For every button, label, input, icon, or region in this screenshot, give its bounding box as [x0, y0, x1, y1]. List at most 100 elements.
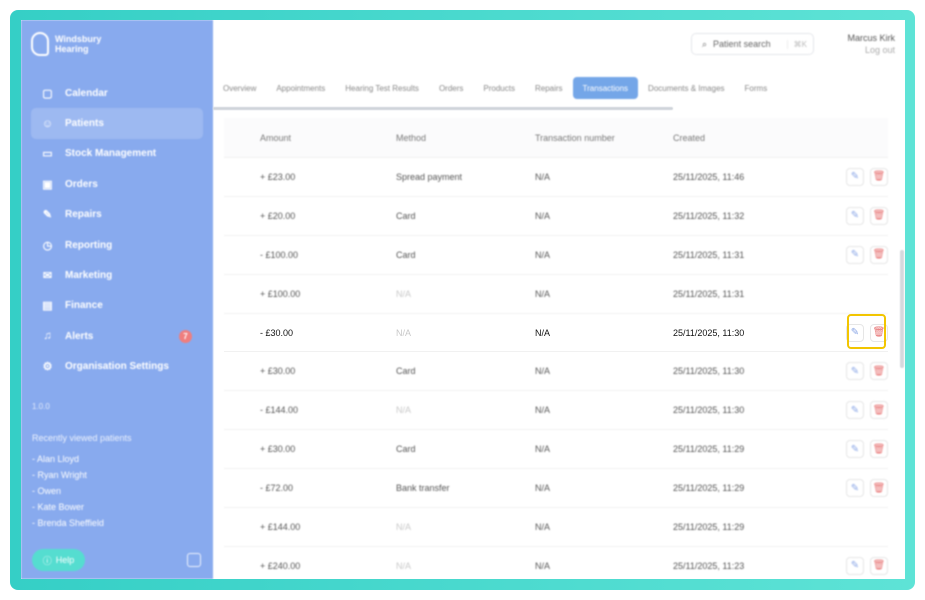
- method-cell: Card: [396, 249, 416, 260]
- amount-cell: - £72.00: [260, 483, 294, 494]
- edit-pencil-icon[interactable]: ✎: [846, 206, 864, 225]
- tab-overview[interactable]: Overview: [213, 77, 266, 99]
- amount-cell: + £30.00: [260, 444, 296, 455]
- created-cell: 25/11/2025, 11:23: [673, 560, 745, 571]
- help-button[interactable]: ⓘ Help: [32, 549, 85, 571]
- tabs-scrollbar[interactable]: [213, 107, 673, 110]
- edit-pencil-icon[interactable]: ✎: [846, 479, 864, 498]
- clock-icon: ◷: [42, 239, 53, 252]
- table-row[interactable]: + £30.00 Card N/A 25/11/2025, 11:30 ✎ 🗑: [224, 352, 888, 392]
- created-cell: 25/11/2025, 11:30: [673, 327, 745, 338]
- table-row[interactable]: + £100.00 N/A N/A 25/11/2025, 11:31: [224, 275, 888, 314]
- tab-documents-and-images[interactable]: Documents & Images: [638, 77, 734, 99]
- table-row[interactable]: + £144.00 N/A N/A 25/11/2025, 11:29: [224, 508, 888, 547]
- delete-trash-icon[interactable]: 🗑: [870, 401, 888, 420]
- sidebar-item-label: Patients: [65, 118, 104, 130]
- method-cell: Card: [396, 366, 416, 377]
- transaction-number-cell: N/A: [535, 483, 551, 494]
- tab-orders[interactable]: Orders: [429, 77, 473, 99]
- row-actions: ✎ 🗑: [828, 556, 888, 575]
- created-cell: 25/11/2025, 11:29: [673, 521, 745, 532]
- delete-trash-icon[interactable]: 🗑: [870, 206, 888, 225]
- sidebar-item-organisation-settings[interactable]: ⚙ Organisation Settings: [31, 352, 203, 382]
- tab-products[interactable]: Products: [473, 77, 525, 99]
- edit-pencil-icon[interactable]: ✎: [846, 440, 864, 459]
- delete-trash-icon[interactable]: 🗑: [870, 245, 888, 264]
- recent-patient-link[interactable]: - Alan Lloyd: [32, 451, 104, 467]
- gear-icon: ⚙: [42, 361, 53, 374]
- tab-transactions[interactable]: Transactions: [572, 77, 639, 99]
- recent-patients-title: Recently viewed patients: [32, 433, 132, 443]
- sidebar-item-alerts[interactable]: ♫ Alerts 7: [31, 321, 203, 351]
- recent-patient-link[interactable]: - Ryan Wright: [32, 467, 104, 483]
- sidebar-item-label: Finance: [65, 300, 103, 312]
- sidebar-item-orders[interactable]: ▣ Orders: [31, 169, 203, 199]
- table-body: + £23.00 Spread payment N/A 25/11/2025, 11:…: [224, 158, 888, 579]
- amount-cell: + £20.00: [260, 210, 296, 221]
- table-row[interactable]: - £144.00 N/A N/A 25/11/2025, 11:30 ✎ 🗑: [224, 391, 888, 431]
- table-row[interactable]: + £240.00 N/A N/A 25/11/2025, 11:23 ✎ 🗑: [224, 547, 888, 579]
- transaction-number-cell: N/A: [535, 210, 551, 221]
- method-cell: Card: [396, 444, 416, 455]
- search-placeholder: Patient search: [713, 39, 771, 49]
- sidebar-nav: ▢ Calendar ☺ Patients ▭ Stock Management ▣ Orde…: [31, 78, 203, 382]
- delete-trash-icon[interactable]: 🗑: [870, 556, 888, 575]
- edit-pencil-icon[interactable]: ✎: [846, 362, 864, 381]
- delete-button-highlight: [847, 314, 886, 349]
- created-cell: 25/11/2025, 11:29: [673, 444, 745, 455]
- transaction-number-cell: N/A: [535, 560, 551, 571]
- table-row[interactable]: - £100.00 Card N/A 25/11/2025, 11:31 ✎ 🗑: [224, 236, 888, 275]
- sidebar-item-calendar[interactable]: ▢ Calendar: [31, 78, 203, 108]
- row-actions: ✎ 🗑: [828, 206, 888, 225]
- recent-patient-link[interactable]: - Brenda Sheffield: [32, 515, 104, 531]
- transaction-number-cell: N/A: [535, 444, 551, 455]
- user-menu: Marcus Kirk Log out: [847, 32, 895, 56]
- calendar-icon: ▢: [42, 87, 53, 100]
- transaction-number-cell: N/A: [535, 171, 551, 182]
- edit-pencil-icon[interactable]: ✎: [846, 245, 864, 264]
- tab-repairs[interactable]: Repairs: [525, 77, 573, 99]
- row-actions: ✎ 🗑: [828, 440, 888, 459]
- table-row[interactable]: + £23.00 Spread payment N/A 25/11/2025, 11:…: [224, 158, 888, 197]
- amount-cell: + £30.00: [260, 366, 296, 377]
- sidebar-item-stock-management[interactable]: ▭ Stock Management: [31, 139, 203, 169]
- sidebar-item-label: Stock Management: [65, 148, 157, 160]
- recent-patient-link[interactable]: - Kate Bower: [32, 499, 104, 515]
- transaction-number-cell: N/A: [535, 249, 551, 260]
- sidebar-item-label: Marketing: [65, 270, 113, 282]
- user-name: Marcus Kirk: [847, 33, 895, 43]
- sidebar-item-patients[interactable]: ☺ Patients: [31, 108, 203, 139]
- table-row[interactable]: + £30.00 Card N/A 25/11/2025, 11:29 ✎ 🗑: [224, 430, 888, 470]
- patient-search-input[interactable]: ⌕ Patient search ⌘K: [691, 33, 814, 55]
- edit-pencil-icon[interactable]: ✎: [846, 556, 864, 575]
- method-cell: N/A: [396, 288, 412, 299]
- delete-trash-icon[interactable]: 🗑: [870, 362, 888, 381]
- logo[interactable]: Windsbury Hearing: [31, 32, 115, 56]
- tab-forms[interactable]: Forms: [735, 77, 778, 99]
- table-row[interactable]: - £30.00 N/A N/A 25/11/2025, 11:30 ✎ 🗑: [224, 313, 888, 353]
- delete-trash-icon[interactable]: 🗑: [870, 440, 888, 459]
- amount-cell: - £144.00: [260, 405, 299, 416]
- sidebar-item-repairs[interactable]: ✎ Repairs: [31, 200, 203, 230]
- recent-patients-list: - Alan Lloyd - Ryan Wright - Owen - Kate Bo…: [32, 451, 104, 531]
- smile-icon: ☺: [41, 117, 54, 130]
- tab-hearing-test-results[interactable]: Hearing Test Results: [335, 77, 429, 99]
- collapse-sidebar-icon[interactable]: [187, 553, 201, 567]
- created-cell: 25/11/2025, 11:30: [673, 366, 745, 377]
- table-row[interactable]: - £72.00 Bank transfer N/A 25/11/2025, 11:2…: [224, 469, 888, 509]
- sidebar-item-reporting[interactable]: ◷ Reporting: [31, 230, 203, 260]
- column-header-method: Method: [396, 132, 427, 143]
- page-scrollbar[interactable]: [900, 250, 904, 368]
- table-row[interactable]: + £20.00 Card N/A 25/11/2025, 11:32 ✎ 🗑: [224, 197, 888, 236]
- help-label: Help: [55, 555, 75, 565]
- sidebar-item-marketing[interactable]: ✉ Marketing: [31, 260, 203, 290]
- logout-link[interactable]: Log out: [847, 44, 895, 56]
- delete-trash-icon[interactable]: 🗑: [870, 479, 888, 498]
- sidebar-item-finance[interactable]: ▤ Finance: [31, 291, 203, 321]
- delete-trash-icon[interactable]: 🗑: [870, 167, 888, 186]
- edit-pencil-icon[interactable]: ✎: [846, 167, 864, 186]
- recent-patient-link[interactable]: - Owen: [32, 483, 104, 499]
- tab-appointments[interactable]: Appointments: [266, 77, 335, 99]
- transaction-number-cell: N/A: [535, 521, 551, 532]
- edit-pencil-icon[interactable]: ✎: [846, 401, 864, 420]
